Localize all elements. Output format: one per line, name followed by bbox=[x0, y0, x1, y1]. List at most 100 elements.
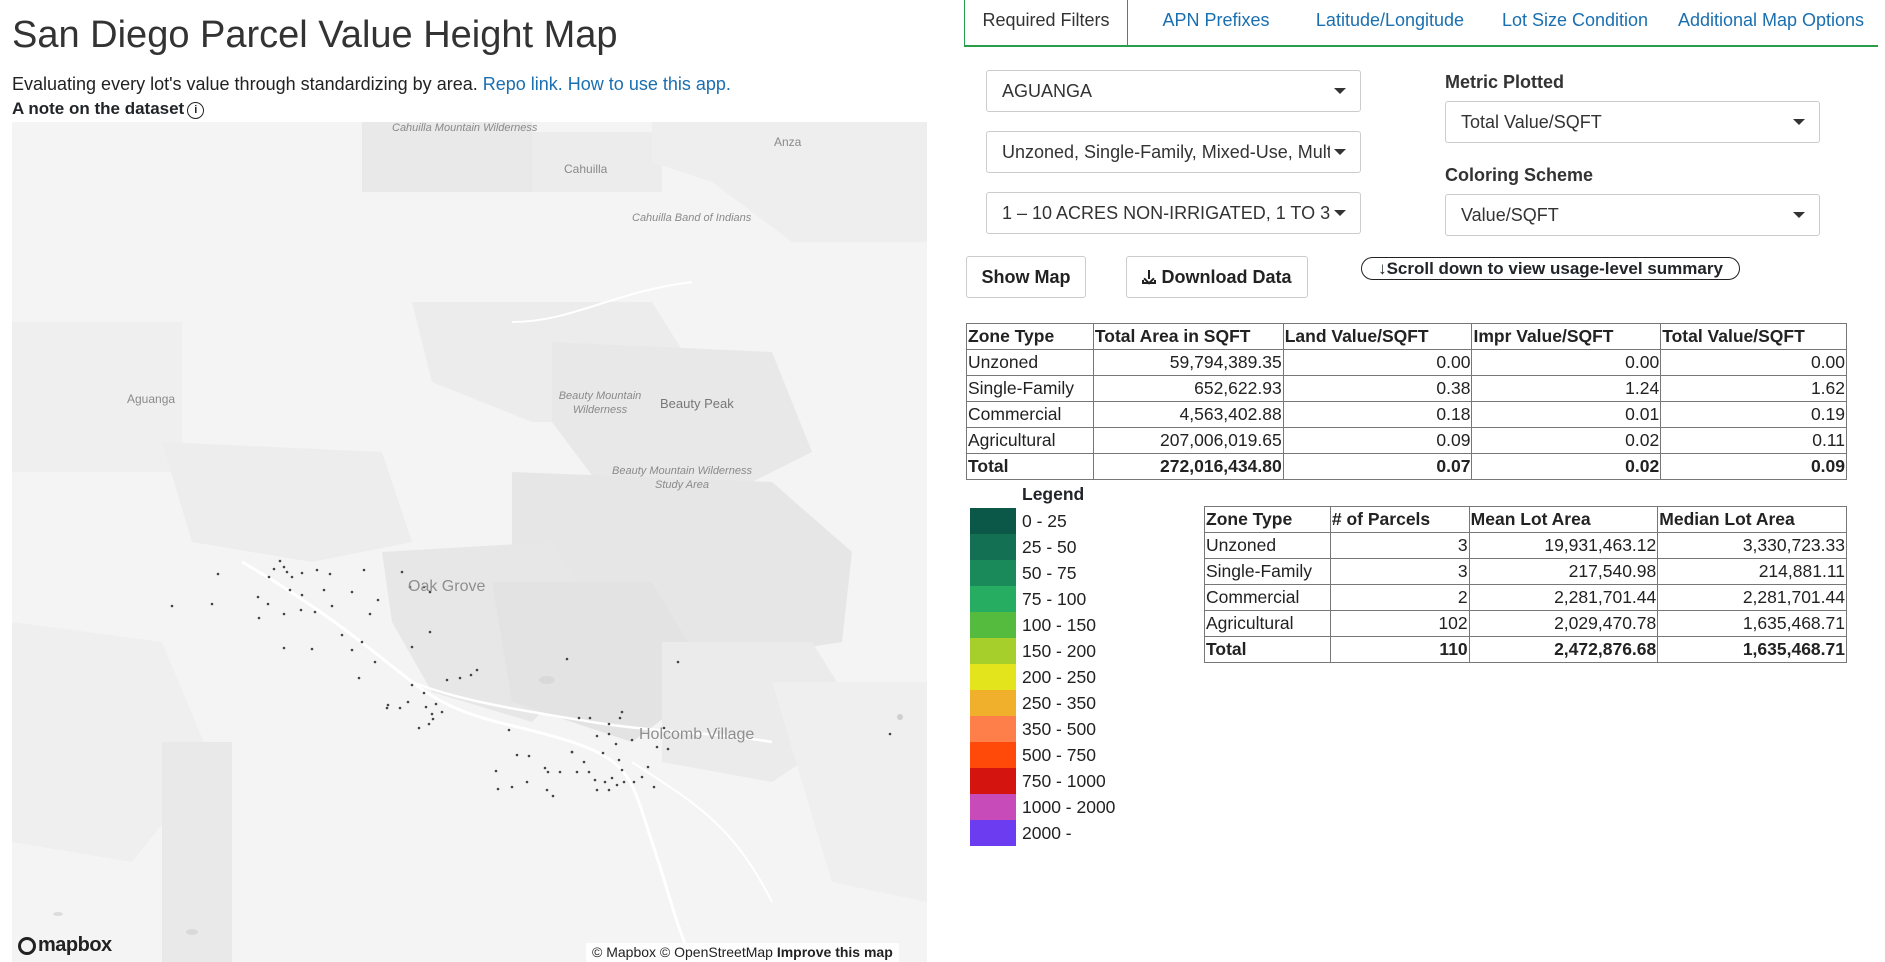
table-cell: 3 bbox=[1329, 558, 1470, 585]
table-cell: Agricultural bbox=[1204, 610, 1331, 637]
column-header: # of Parcels bbox=[1329, 506, 1470, 533]
table-cell: 0.02 bbox=[1471, 427, 1662, 454]
mapbox-logo-icon bbox=[18, 937, 36, 955]
table-cell: 0.09 bbox=[1660, 453, 1847, 480]
land-use-select[interactable]: 1 – 10 ACRES NON-IRRIGATED, 1 TO 3 S bbox=[986, 192, 1361, 234]
mapbox-logo[interactable]: mapbox bbox=[18, 934, 112, 957]
legend-title: Legend bbox=[1022, 484, 1085, 504]
coloring-select[interactable]: Value/SQFT bbox=[1445, 194, 1820, 236]
table-cell: Unzoned bbox=[966, 349, 1094, 376]
legend-swatch bbox=[970, 664, 1016, 690]
chevron-down-icon bbox=[1793, 119, 1805, 125]
table-cell: 2 bbox=[1329, 584, 1470, 611]
dataset-note[interactable]: A note on the dataset i bbox=[12, 99, 205, 119]
map-label-beauty-wilderness: Beauty Mountain Wilderness bbox=[558, 390, 642, 416]
table-cell: 0.19 bbox=[1660, 401, 1847, 428]
table-cell: 0.09 bbox=[1282, 427, 1473, 454]
legend-label: 25 - 50 bbox=[1022, 537, 1077, 557]
table-cell: 214,881.11 bbox=[1657, 558, 1847, 585]
parcel-map[interactable]: Cahuilla Mountain Wilderness Anza Cahuil… bbox=[12, 122, 927, 962]
tab-lot-size-condition[interactable]: Lot Size Condition bbox=[1484, 0, 1666, 45]
column-header: Zone Type bbox=[966, 323, 1094, 350]
map-label-beauty-peak: Beauty Peak bbox=[660, 396, 734, 411]
tab-additional-map-options[interactable]: Additional Map Options bbox=[1666, 0, 1876, 45]
table-total-row: Total 272,016,434.80 0.07 0.02 0.09 bbox=[966, 453, 1847, 480]
water-body bbox=[53, 912, 63, 916]
legend-swatch bbox=[970, 560, 1016, 586]
table-cell: 19,931,463.12 bbox=[1468, 532, 1659, 559]
table-cell: 2,281,701.44 bbox=[1468, 584, 1659, 611]
coloring-label: Coloring Scheme bbox=[1445, 165, 1594, 185]
legend-swatch bbox=[970, 742, 1016, 768]
land-patch bbox=[162, 742, 232, 962]
repo-link[interactable]: Repo link. bbox=[483, 74, 563, 94]
table-cell: 4,563,402.88 bbox=[1092, 401, 1284, 428]
map-label-aguanga: Aguanga bbox=[127, 392, 176, 406]
how-to-link[interactable]: How to use this app. bbox=[568, 74, 731, 94]
land-patch bbox=[162, 442, 412, 562]
page-subtitle: Evaluating every lot's value through sta… bbox=[12, 74, 731, 95]
table-cell: 0.00 bbox=[1660, 349, 1847, 376]
zone-select[interactable]: Unzoned, Single-Family, Mixed-Use, Multi… bbox=[986, 131, 1361, 173]
download-data-button[interactable]: Download Data bbox=[1126, 256, 1308, 298]
land-patch bbox=[772, 682, 927, 902]
column-header: Land Value/SQFT bbox=[1282, 323, 1473, 350]
table-row: Single-Family 652,622.93 0.38 1.24 1.62 bbox=[966, 375, 1847, 402]
table-cell: Agricultural bbox=[966, 427, 1094, 454]
table-cell: 217,540.98 bbox=[1468, 558, 1659, 585]
table-cell: 1,635,468.71 bbox=[1657, 610, 1847, 637]
table-total-row: Total 110 2,472,876.68 1,635,468.71 bbox=[1204, 636, 1847, 663]
metric-select[interactable]: Total Value/SQFT bbox=[1445, 101, 1820, 143]
info-icon[interactable]: i bbox=[187, 102, 205, 119]
table-cell: 0.07 bbox=[1282, 453, 1473, 480]
road bbox=[631, 761, 773, 903]
legend-label: 75 - 100 bbox=[1022, 589, 1087, 609]
map-attribution: © Mapbox © OpenStreetMap Improve this ma… bbox=[586, 943, 899, 962]
table-cell: Total bbox=[966, 453, 1094, 480]
tab-latitude-longitude[interactable]: Latitude/Longitude bbox=[1296, 0, 1484, 45]
table-cell: 102 bbox=[1329, 610, 1470, 637]
table-header-row: Zone Type # of Parcels Mean Lot Area Med… bbox=[1204, 506, 1847, 533]
scroll-summary-button[interactable]: ↓Scroll down to view usage-level summary bbox=[1361, 257, 1740, 280]
table-cell: 0.02 bbox=[1471, 453, 1662, 480]
legend-swatch bbox=[970, 586, 1016, 612]
table-cell: Single-Family bbox=[966, 375, 1094, 402]
table-cell: Commercial bbox=[966, 401, 1094, 428]
community-select[interactable]: AGUANGA bbox=[986, 70, 1361, 112]
tab-apn-prefixes[interactable]: APN Prefixes bbox=[1136, 0, 1296, 45]
column-header: Total Value/SQFT bbox=[1660, 323, 1847, 350]
map-label-beauty-study: Beauty Mountain Wilderness Study Area bbox=[612, 465, 752, 491]
legend-label: 200 - 250 bbox=[1022, 667, 1096, 687]
legend-label: 250 - 350 bbox=[1022, 693, 1096, 713]
table-cell: Commercial bbox=[1204, 584, 1331, 611]
attribution-text: © Mapbox © OpenStreetMap bbox=[592, 944, 773, 960]
improve-map-link[interactable]: Improve this map bbox=[777, 944, 893, 960]
map-marker-dim bbox=[897, 714, 903, 720]
map-label-holcomb-village: Holcomb Village bbox=[639, 726, 755, 743]
filter-tabs: Required Filters APN Prefixes Latitude/L… bbox=[964, 0, 1878, 47]
legend-label: 50 - 75 bbox=[1022, 563, 1077, 583]
chevron-down-icon bbox=[1793, 212, 1805, 218]
map-basemap bbox=[12, 122, 927, 962]
map-label-anza: Anza bbox=[774, 135, 802, 149]
column-header: Median Lot Area bbox=[1657, 506, 1847, 533]
table-row: Single-Family 3 217,540.98 214,881.11 bbox=[1204, 558, 1847, 585]
show-map-button[interactable]: Show Map bbox=[966, 256, 1086, 298]
zone-select-value: Unzoned, Single-Family, Mixed-Use, Multi… bbox=[1002, 142, 1330, 162]
map-label-cahuilla-wilderness: Cahuilla Mountain Wilderness bbox=[392, 122, 538, 134]
table-cell: 0.01 bbox=[1471, 401, 1662, 428]
table-row: Agricultural 207,006,019.65 0.09 0.02 0.… bbox=[966, 427, 1847, 454]
table-cell: 272,016,434.80 bbox=[1092, 453, 1284, 480]
table-cell: 110 bbox=[1329, 636, 1470, 663]
table-cell: 1.24 bbox=[1471, 375, 1662, 402]
parcel-summary-table: Zone Type # of Parcels Mean Lot Area Med… bbox=[1204, 506, 1847, 663]
mapbox-logo-text: mapbox bbox=[38, 934, 112, 956]
chevron-down-icon bbox=[1334, 88, 1346, 94]
table-cell: 652,622.93 bbox=[1092, 375, 1284, 402]
table-cell: 3,330,723.33 bbox=[1657, 532, 1847, 559]
download-data-label: Download Data bbox=[1161, 267, 1292, 287]
table-cell: 2,281,701.44 bbox=[1657, 584, 1847, 611]
chevron-down-icon bbox=[1334, 210, 1346, 216]
legend-swatch bbox=[970, 612, 1016, 638]
tab-required-filters[interactable]: Required Filters bbox=[964, 0, 1128, 45]
